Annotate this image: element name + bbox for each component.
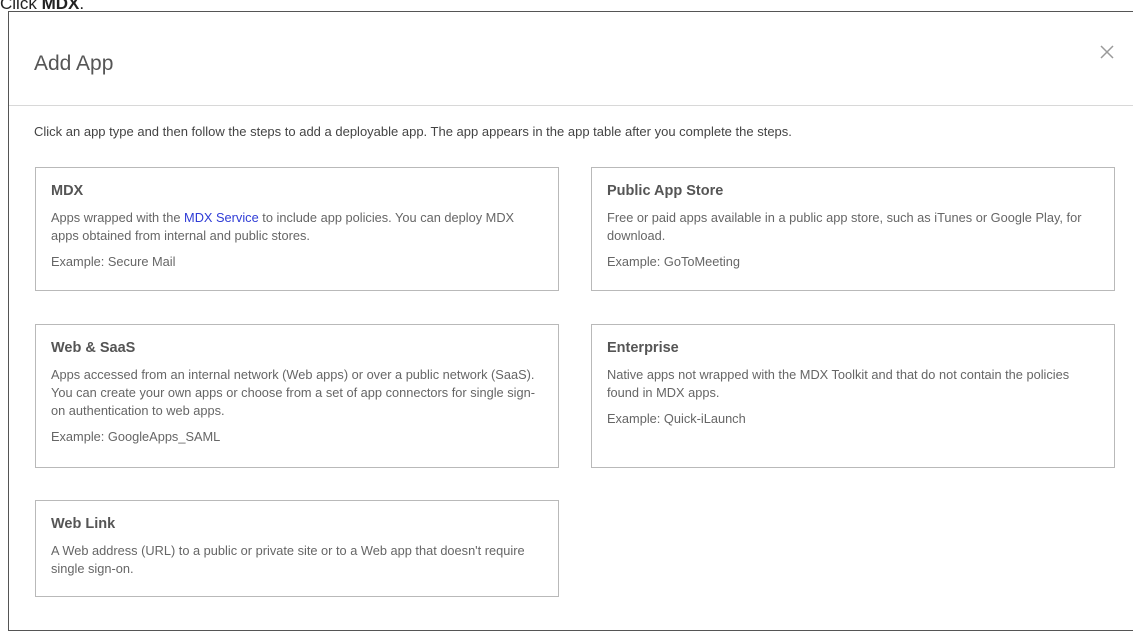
dialog-header: Add App (9, 12, 1133, 106)
card-description: Apps wrapped with the MDX Service to inc… (51, 209, 543, 245)
card-desc-before-link: Apps wrapped with the (51, 210, 185, 225)
add-app-dialog: Add App Click an app type and then follo… (8, 11, 1133, 631)
card-description: Native apps not wrapped with the MDX Too… (607, 367, 1070, 400)
app-type-card-enterprise[interactable]: Enterprise Native apps not wrapped with … (591, 324, 1115, 468)
dialog-intro: Click an app type and then follow the st… (34, 124, 792, 139)
card-description: Apps accessed from an internal network (… (51, 367, 535, 418)
card-example: Example: Secure Mail (51, 254, 176, 269)
mdx-service-link[interactable]: MDX Service (184, 210, 259, 225)
app-type-card-mdx[interactable]: MDX Apps wrapped with the MDX Service to… (35, 167, 559, 291)
card-title: Enterprise (607, 340, 679, 356)
card-title: Public App Store (607, 183, 724, 199)
app-type-card-public-app-store[interactable]: Public App Store Free or paid apps avail… (591, 167, 1115, 291)
card-description: Free or paid apps available in a public … (607, 210, 1082, 243)
card-example: Example: Quick-iLaunch (607, 411, 746, 426)
app-type-card-web-link[interactable]: Web Link A Web address (URL) to a public… (35, 500, 559, 597)
card-title: Web Link (51, 516, 116, 532)
card-example: Example: GoToMeeting (607, 254, 741, 269)
dialog-title: Add App (34, 52, 114, 75)
card-title: MDX (51, 183, 84, 199)
card-example: Example: GoogleApps_SAML (51, 429, 221, 444)
card-description: A Web address (URL) to a public or priva… (51, 543, 525, 576)
app-type-card-web-saas[interactable]: Web & SaaS Apps accessed from an interna… (35, 324, 559, 468)
close-icon[interactable] (1097, 42, 1117, 62)
card-title: Web & SaaS (51, 340, 136, 356)
